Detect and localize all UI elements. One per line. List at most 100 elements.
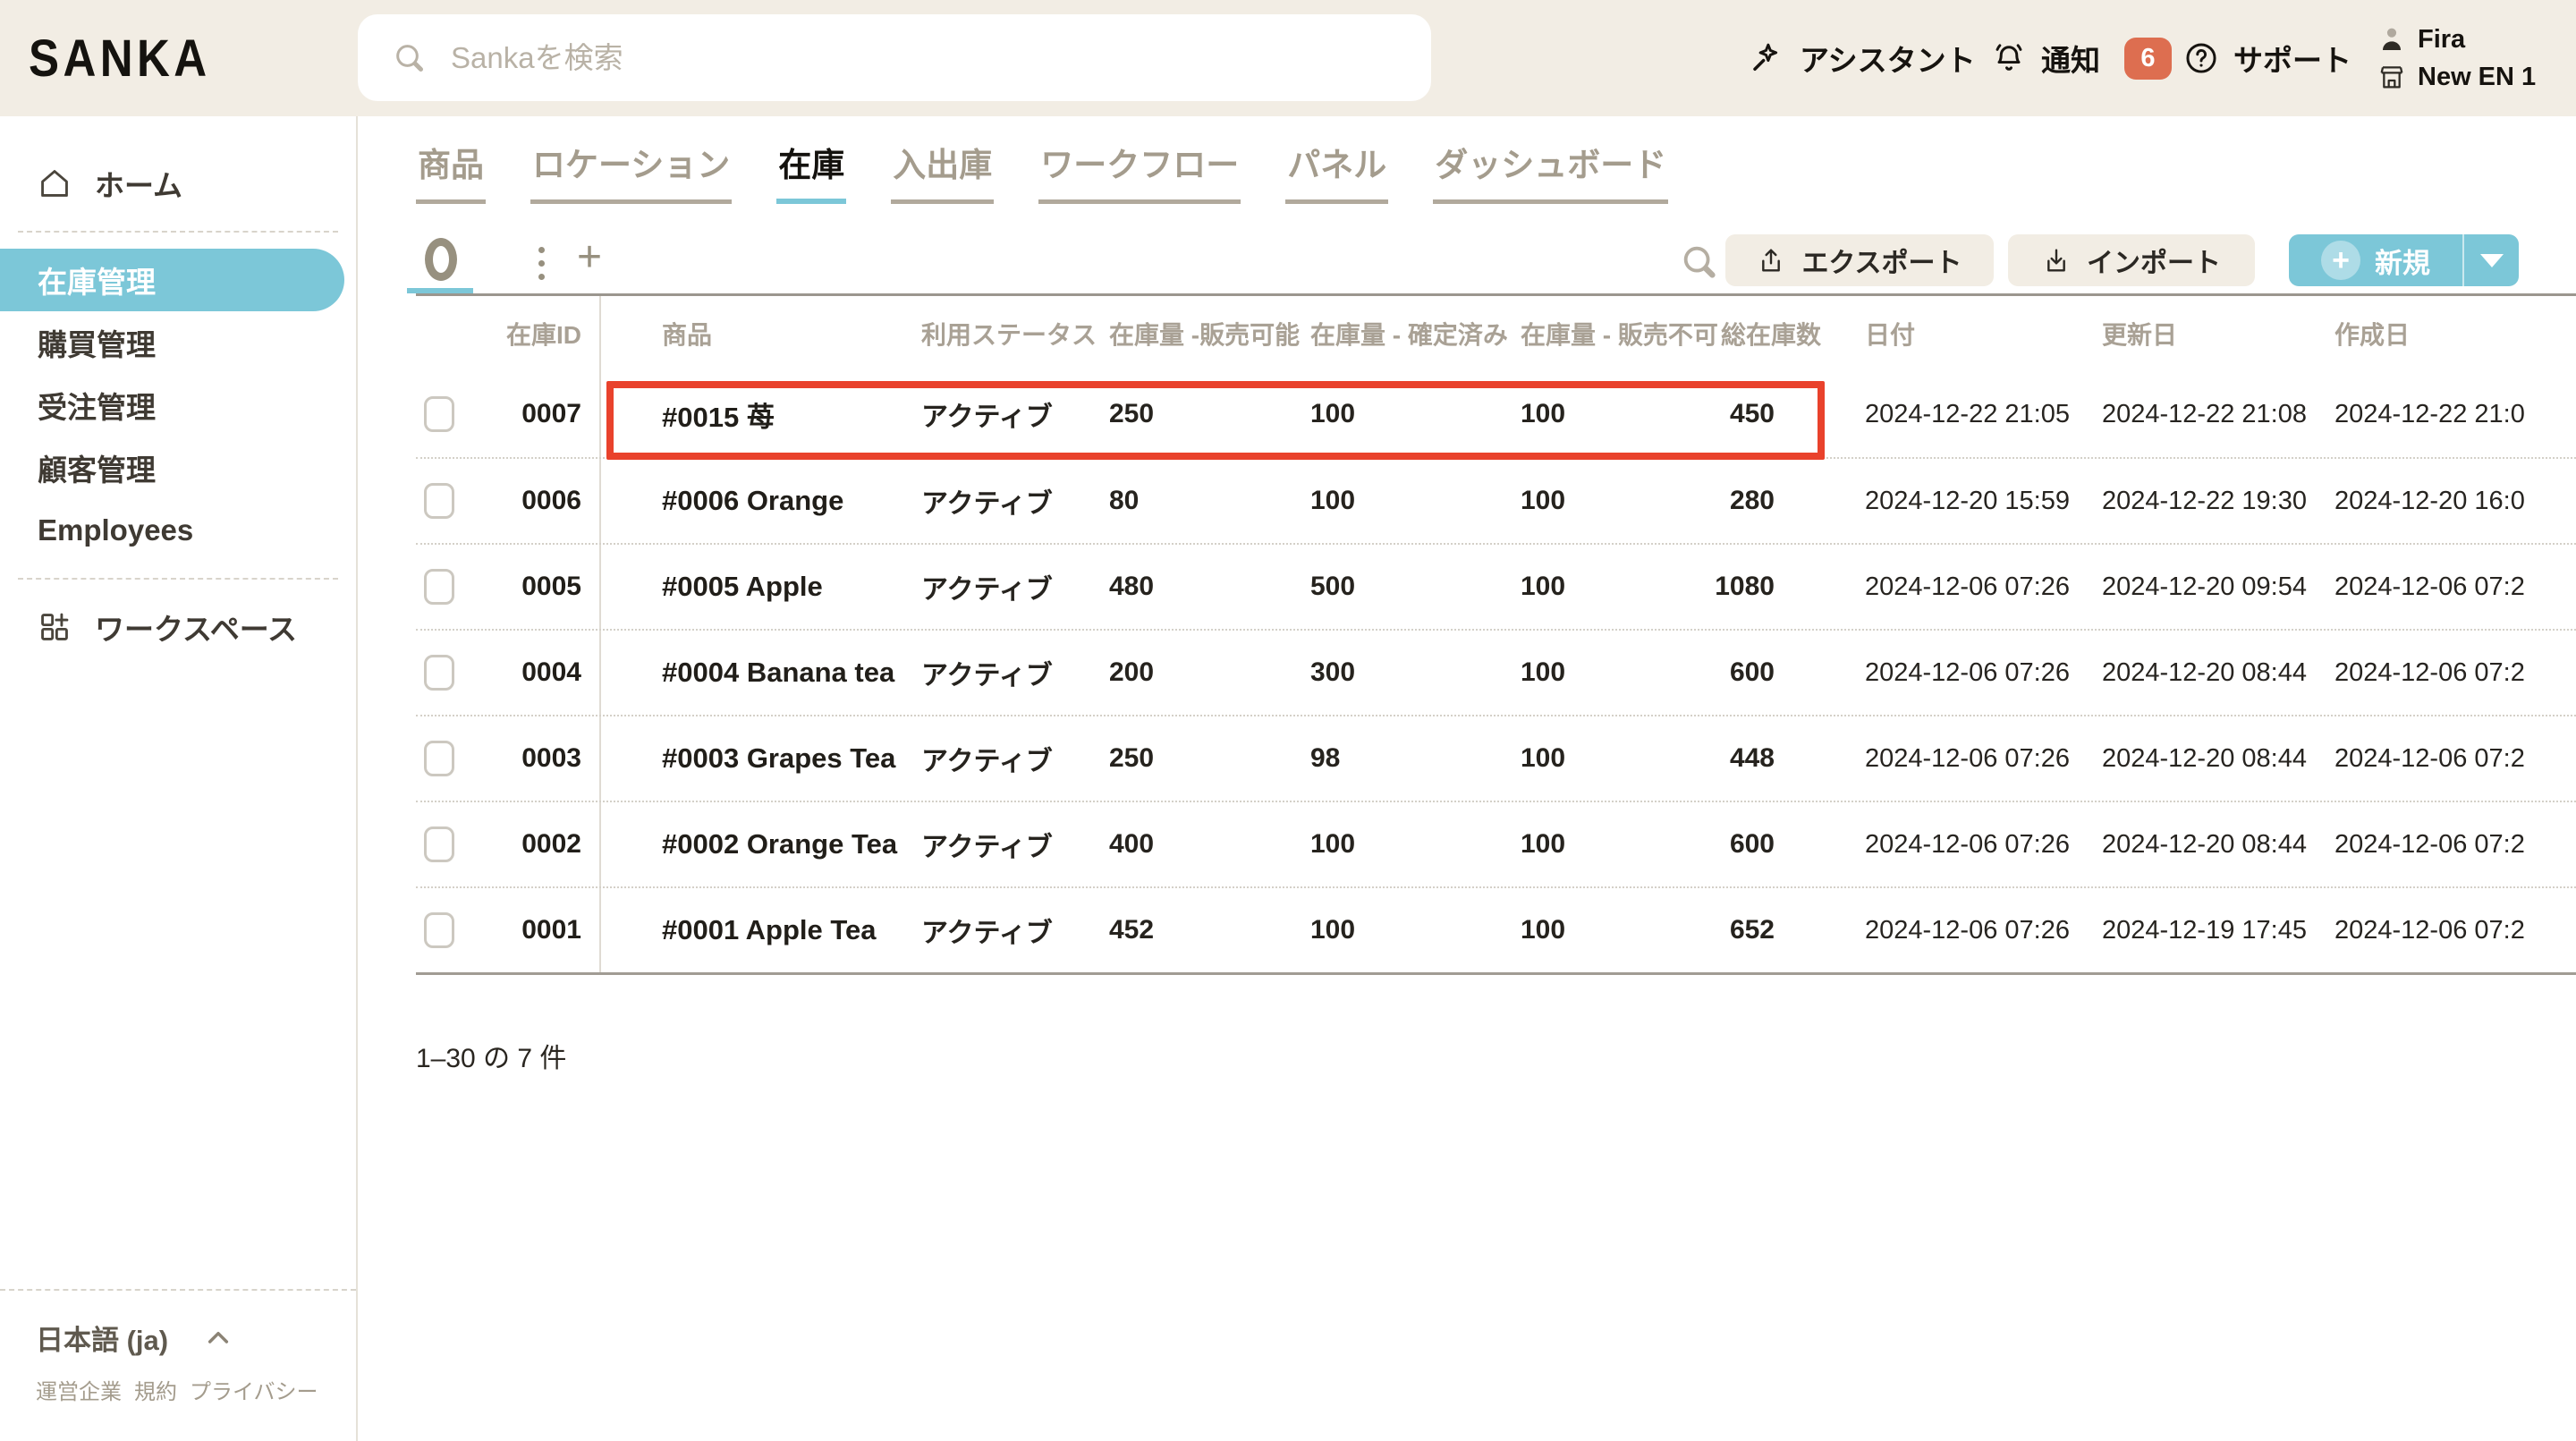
row-checkbox[interactable] (424, 569, 454, 605)
chevron-down-icon (2480, 254, 2504, 267)
cell-status: アクティブ (912, 459, 1100, 543)
cell-product: #0001 Apple Tea (601, 888, 912, 972)
record-count: 1–30 の 7 件 (416, 1036, 566, 1075)
cell-date: 2024-12-06 07:26 (1825, 716, 2057, 801)
cell-updated: 2024-12-20 08:44 (2057, 802, 2294, 886)
cell-committed: 100 (1301, 459, 1512, 543)
row-checkbox[interactable] (424, 396, 454, 432)
column-header-total[interactable]: 総在庫数 (1717, 296, 1825, 371)
cell-created: 2024-12-06 07:2 (2294, 631, 2576, 715)
column-header-created[interactable]: 作成日 (2294, 296, 2576, 371)
sidebar-item-label: 在庫管理 (38, 259, 156, 301)
sidebar-item-home[interactable]: ホーム (0, 152, 356, 215)
column-header-sellable[interactable]: 在庫量 -販売可能 (1100, 296, 1301, 371)
row-checkbox[interactable] (424, 826, 454, 862)
cell-committed: 100 (1301, 888, 1512, 972)
column-header-committed[interactable]: 在庫量 - 確定済み (1301, 296, 1512, 371)
tab-in-out[interactable]: 入出庫 (891, 138, 994, 204)
tab-inventory[interactable]: 在庫 (776, 138, 846, 204)
sidebar-item-purchasing[interactable]: 購買管理 (0, 311, 356, 374)
row-checkbox[interactable] (424, 741, 454, 776)
import-label: インポート (2087, 241, 2221, 280)
global-search[interactable] (358, 14, 1431, 101)
cell-updated: 2024-12-20 08:44 (2057, 716, 2294, 801)
table-row[interactable]: 0004#0004 Banana teaアクティブ200300100600202… (416, 629, 2576, 715)
new-button[interactable]: + 新規 (2289, 234, 2519, 286)
cell-created: 2024-12-20 16:0 (2294, 459, 2576, 543)
cell-id: 0005 (496, 545, 601, 629)
legal-links: 運営企業 規約 プライバシー (36, 1374, 356, 1405)
cell-total: 600 (1717, 631, 1825, 715)
column-header-product[interactable]: 商品 (601, 296, 912, 371)
new-label: 新規 (2375, 241, 2430, 281)
cell-created: 2024-12-22 21:0 (2294, 371, 2576, 457)
cell-id: 0001 (496, 888, 601, 972)
row-checkbox[interactable] (424, 483, 454, 519)
cell-updated: 2024-12-19 17:45 (2057, 888, 2294, 972)
column-header-id[interactable]: 在庫ID (496, 296, 601, 371)
table-row[interactable]: 0001#0001 Apple Teaアクティブ4521001006522024… (416, 886, 2576, 972)
search-input[interactable] (451, 41, 1345, 75)
import-button[interactable]: インポート (2008, 234, 2255, 286)
app-logo: SANKA (29, 0, 210, 116)
sidebar-item-inventory[interactable]: 在庫管理 (0, 249, 344, 311)
cell-updated: 2024-12-22 19:30 (2057, 459, 2294, 543)
cell-total: 652 (1717, 888, 1825, 972)
cell-date: 2024-12-06 07:26 (1825, 631, 2057, 715)
tab-products[interactable]: 商品 (416, 138, 486, 204)
column-header-updated[interactable]: 更新日 (2057, 296, 2294, 371)
cell-product: #0003 Grapes Tea (601, 716, 912, 801)
link-privacy[interactable]: プライバシー (190, 1374, 318, 1405)
support-button[interactable]: サポート (2182, 0, 2351, 116)
cell-sellable: 200 (1100, 631, 1301, 715)
cell-unsellable: 100 (1512, 545, 1717, 629)
cell-created: 2024-12-06 07:2 (2294, 545, 2576, 629)
new-dropdown-button[interactable] (2464, 234, 2519, 286)
row-checkbox[interactable] (424, 912, 454, 948)
cell-updated: 2024-12-20 09:54 (2057, 545, 2294, 629)
view-options-button[interactable] (523, 242, 559, 284)
row-checkbox[interactable] (424, 655, 454, 691)
column-header-date[interactable]: 日付 (1825, 296, 2057, 371)
table-row-highlighted[interactable]: 0007#0015 苺アクティブ2501001004502024-12-22 2… (416, 371, 2576, 457)
workspace-icon (38, 610, 72, 644)
table-row[interactable]: 0003#0003 Grapes Teaアクティブ250981004482024… (416, 715, 2576, 801)
table-search-icon[interactable] (1679, 242, 1720, 283)
cell-product: #0002 Orange Tea (601, 802, 912, 886)
cell-id: 0003 (496, 716, 601, 801)
table-row[interactable]: 0005#0005 Appleアクティブ48050010010802024-12… (416, 543, 2576, 629)
table-row[interactable]: 0002#0002 Orange Teaアクティブ400100100600202… (416, 801, 2576, 886)
cell-product: #0005 Apple (601, 545, 912, 629)
export-button[interactable]: エクスポート (1725, 234, 1994, 286)
add-view-button[interactable]: + (577, 231, 602, 284)
tab-panels[interactable]: パネル (1285, 138, 1388, 204)
cell-date: 2024-12-20 15:59 (1825, 459, 2057, 543)
cell-total: 450 (1717, 371, 1825, 457)
cell-created: 2024-12-06 07:2 (2294, 716, 2576, 801)
sidebar-item-customers[interactable]: 顧客管理 (0, 437, 356, 499)
account-menu[interactable]: Fira New EN 1 (2377, 0, 2536, 116)
column-header-unsellable[interactable]: 在庫量 - 販売不可 (1512, 296, 1717, 371)
table-row[interactable]: 0006#0006 Orangeアクティブ801001002802024-12-… (416, 457, 2576, 543)
view-tab[interactable] (416, 236, 480, 293)
cell-status: アクティブ (912, 631, 1100, 715)
cell-date: 2024-12-06 07:26 (1825, 545, 2057, 629)
language-selector[interactable]: 日本語 (ja) (36, 1318, 356, 1358)
view-circle-icon (425, 238, 457, 281)
assistant-button[interactable]: アシスタント (1749, 0, 1976, 116)
cell-status: アクティブ (912, 716, 1100, 801)
link-company[interactable]: 運営企業 (36, 1374, 122, 1405)
tab-workflows[interactable]: ワークフロー (1038, 138, 1241, 204)
link-terms[interactable]: 規約 (134, 1374, 177, 1405)
cell-sellable: 80 (1100, 459, 1301, 543)
cell-unsellable: 100 (1512, 631, 1717, 715)
sidebar-item-orders[interactable]: 受注管理 (0, 374, 356, 437)
cell-product: #0006 Orange (601, 459, 912, 543)
tab-locations[interactable]: ロケーション (530, 138, 732, 204)
cell-date: 2024-12-22 21:05 (1825, 371, 2057, 457)
notifications-button[interactable]: 通知 6 (1990, 0, 2172, 116)
sidebar-item-employees[interactable]: Employees (0, 499, 356, 562)
tab-dashboards[interactable]: ダッシュボード (1433, 138, 1668, 204)
sidebar-item-workspace[interactable]: ワークスペース (0, 596, 356, 658)
column-header-status[interactable]: 利用ステータス (912, 296, 1100, 371)
